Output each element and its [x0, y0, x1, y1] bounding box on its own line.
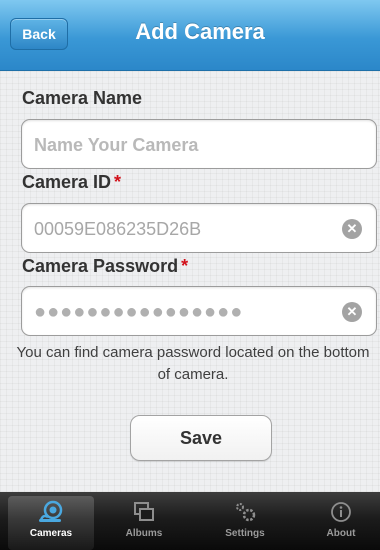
camera-id-value: 00059E086235D26B — [34, 219, 202, 239]
camera-name-placeholder: Name Your Camera — [34, 135, 199, 155]
camera-name-field[interactable]: Name Your Camera — [21, 119, 377, 169]
camera-name-label: Camera Name — [22, 88, 143, 108]
form-area: Camera Name Name Your Camera Camera ID * … — [0, 71, 380, 492]
required-asterisk: * — [114, 172, 122, 192]
tab-settings[interactable]: Settings — [202, 496, 288, 550]
camera-password-field[interactable]: ●●●●●●●●●●●●●●●● ✕ — [21, 286, 377, 336]
tab-about[interactable]: About — [298, 496, 380, 550]
navigation-bar: Back Add Camera — [0, 0, 380, 71]
camera-id-label: Camera ID * — [22, 172, 122, 192]
camera-icon — [37, 500, 65, 524]
tab-bar: Cameras Albums Settings About — [0, 492, 380, 550]
page-title: Add Camera — [135, 19, 265, 44]
required-asterisk: * — [181, 256, 189, 276]
tab-cameras[interactable]: Cameras — [8, 496, 94, 550]
albums-icon — [132, 500, 156, 524]
info-icon — [329, 500, 353, 524]
save-button[interactable]: Save — [130, 415, 272, 461]
gears-icon — [231, 500, 259, 524]
tab-albums[interactable]: Albums — [101, 496, 187, 550]
password-hint: You can find camera password located on … — [16, 344, 370, 383]
camera-password-label: Camera Password * — [22, 256, 189, 276]
clear-icon[interactable]: ✕ — [342, 219, 362, 239]
clear-icon[interactable]: ✕ — [342, 302, 362, 322]
camera-password-value: ●●●●●●●●●●●●●●●● — [34, 301, 244, 323]
camera-id-field[interactable]: 00059E086235D26B ✕ — [21, 203, 377, 253]
